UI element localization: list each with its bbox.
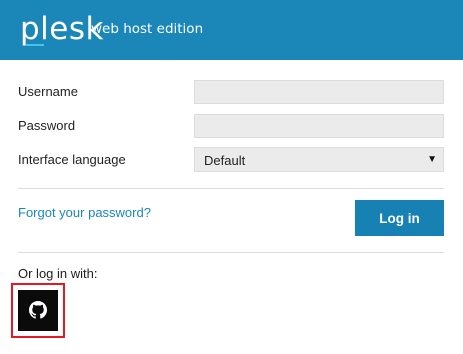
alt-login-label: Or log in with:: [18, 266, 98, 281]
interface-language-select[interactable]: Default ▼: [194, 147, 444, 172]
github-login-button[interactable]: [18, 290, 58, 331]
interface-language-label: Interface language: [18, 152, 126, 167]
username-label: Username: [18, 84, 78, 99]
password-field[interactable]: [194, 114, 444, 138]
alt-login-divider: [18, 252, 444, 253]
form-divider: [18, 188, 444, 189]
github-icon: [29, 301, 47, 319]
app-header: plesk web host edition: [0, 0, 463, 60]
login-button[interactable]: Log in: [355, 200, 444, 236]
username-field[interactable]: [194, 80, 444, 104]
password-label: Password: [18, 118, 76, 133]
interface-language-value: Default: [204, 153, 246, 168]
dropdown-arrow-icon: ▼: [427, 154, 437, 165]
logo-accent-line: [26, 44, 44, 46]
forgot-password-link[interactable]: Forgot your password?: [18, 205, 151, 220]
edition-label: web host edition: [91, 21, 204, 37]
